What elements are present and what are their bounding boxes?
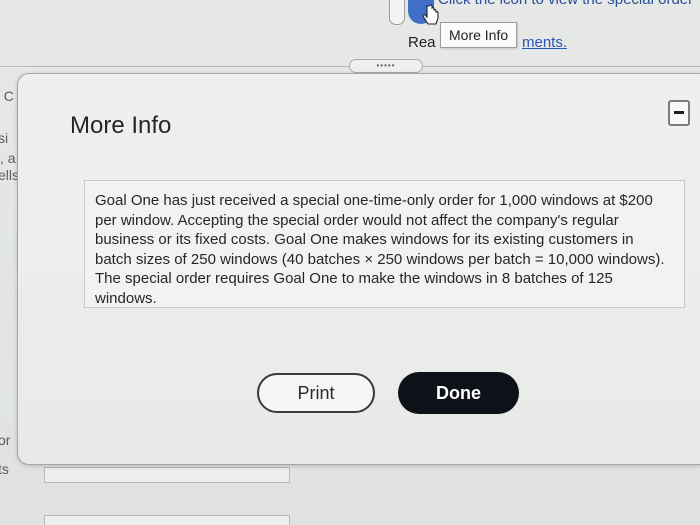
more-info-dialog: More Info Goal One has just received a s…	[17, 73, 700, 465]
background-input-field[interactable]	[44, 467, 290, 483]
background-text-fragment: or	[0, 432, 11, 448]
minimize-button[interactable]	[668, 100, 690, 126]
read-text: Rea	[408, 34, 436, 51]
done-button[interactable]: Done	[398, 372, 519, 414]
expand-handle[interactable]: •••••	[349, 59, 423, 73]
background-text-fragment: ts	[0, 461, 9, 477]
print-button[interactable]: Print	[257, 373, 375, 413]
requirements-link[interactable]: ments.	[522, 34, 567, 51]
instruction-text: Click the icon to view the special order	[438, 0, 693, 8]
background-input-field[interactable]	[44, 515, 290, 525]
scroll-handle[interactable]	[389, 0, 405, 25]
background-text-fragment: si	[0, 130, 9, 146]
info-paragraph: Goal One has just received a special one…	[95, 192, 665, 307]
minimize-icon	[674, 111, 684, 114]
info-text-box: Goal One has just received a special one…	[84, 180, 685, 308]
more-info-tooltip: More Info	[440, 22, 518, 48]
background-text-fragment: I C	[0, 88, 14, 104]
background-text-fragment: , a	[0, 150, 16, 166]
dialog-title: More Info	[70, 112, 172, 139]
